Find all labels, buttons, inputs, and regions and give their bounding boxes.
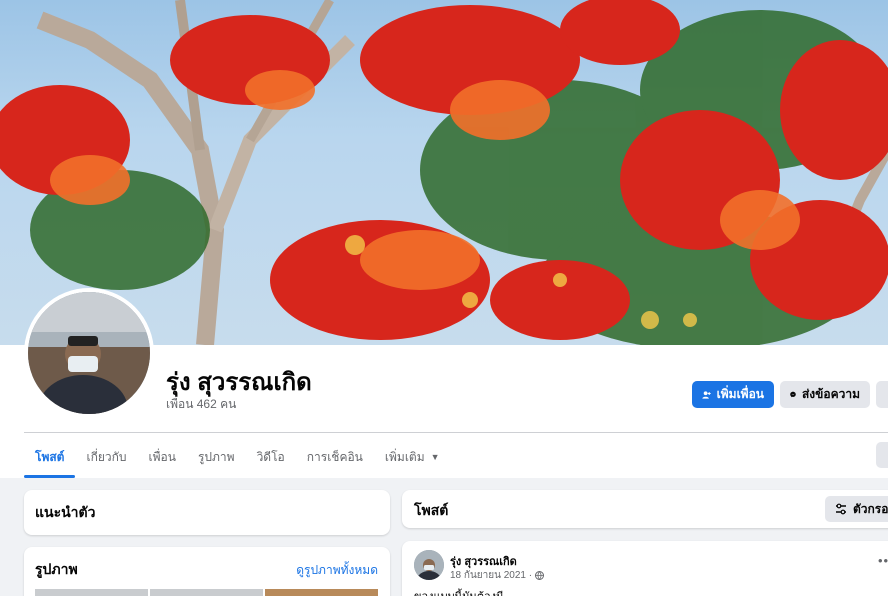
photos-card: รูปภาพ ดูรูปภาพทั้งหมด <box>24 547 390 596</box>
globe-icon <box>535 571 545 580</box>
add-friend-icon <box>702 390 711 399</box>
tab-about[interactable]: เกี่ยวกับ <box>75 437 137 477</box>
profile-tabs: โพสต์ เกี่ยวกับ เพื่อน รูปภาพ วิดีโอ การ… <box>24 437 451 478</box>
posts-title: โพสต์ <box>414 502 449 518</box>
caret-down-icon: ▼ <box>430 452 440 462</box>
more-icon[interactable]: ••• <box>878 553 888 568</box>
tab-posts[interactable]: โพสต์ <box>24 437 76 478</box>
cover-photo[interactable] <box>0 0 888 345</box>
photos-title: รูปภาพ <box>35 561 78 577</box>
photo-thumbnail[interactable] <box>35 589 148 596</box>
filter-button[interactable]: ตัวกรอง <box>825 496 888 522</box>
intro-title: แนะนำตัว <box>35 504 96 520</box>
friends-count[interactable]: เพื่อน 462 คน <box>166 395 236 414</box>
tab-videos[interactable]: วิดีโอ <box>246 437 296 477</box>
message-button[interactable]: ส่งข้อความ <box>780 381 870 408</box>
tab-more[interactable]: เพิ่มเติม ▼ <box>374 437 451 477</box>
post-date-text: 18 กันยายน 2021 · <box>450 570 533 581</box>
tab-checkins-label: การเช็คอิน <box>306 449 363 464</box>
post-author-avatar[interactable] <box>414 550 444 580</box>
tab-photos[interactable]: รูปภาพ <box>187 437 246 477</box>
filter-label: ตัวกรอง <box>853 501 888 516</box>
cover-image <box>0 0 888 345</box>
message-label: ส่งข้อความ <box>801 387 860 401</box>
filter-icon <box>836 503 846 515</box>
photo-thumbnail[interactable] <box>150 589 263 596</box>
tab-friends[interactable]: เพื่อน <box>138 437 187 477</box>
tab-about-label: เกี่ยวกับ <box>86 449 127 464</box>
tab-videos-label: วิดีโอ <box>256 449 285 464</box>
tabs-more-button[interactable] <box>876 442 888 468</box>
photo-thumbnail[interactable] <box>265 589 378 596</box>
post-card: รุ่ง สุวรรณเกิด 18 กันยายน 2021 · ••• ขอ… <box>402 541 888 596</box>
tab-posts-label: โพสต์ <box>35 449 65 464</box>
tab-more-label: เพิ่มเติม <box>384 449 425 464</box>
see-all-photos-link[interactable]: ดูรูปภาพทั้งหมด <box>296 561 378 580</box>
more-actions-button[interactable] <box>876 381 888 408</box>
intro-card: แนะนำตัว <box>24 490 390 535</box>
post-author-avatar-image <box>414 550 444 580</box>
tab-checkins[interactable]: การเช็คอิน <box>296 437 374 477</box>
add-friend-label: เพิ่มเพื่อน <box>716 387 764 401</box>
posts-header-card: โพสต์ ตัวกรอง <box>402 490 888 528</box>
add-friend-button[interactable]: เพิ่มเพื่อน <box>692 381 774 408</box>
profile-avatar[interactable] <box>24 288 154 418</box>
tab-friends-label: เพื่อน <box>148 449 176 464</box>
header-divider <box>24 432 888 433</box>
post-text: ของแบบนี้มันต้องมี <box>414 587 503 596</box>
post-timestamp[interactable]: 18 กันยายน 2021 · <box>450 568 545 583</box>
messenger-icon <box>790 391 796 398</box>
tab-photos-label: รูปภาพ <box>197 449 235 464</box>
profile-avatar-image <box>28 292 150 414</box>
